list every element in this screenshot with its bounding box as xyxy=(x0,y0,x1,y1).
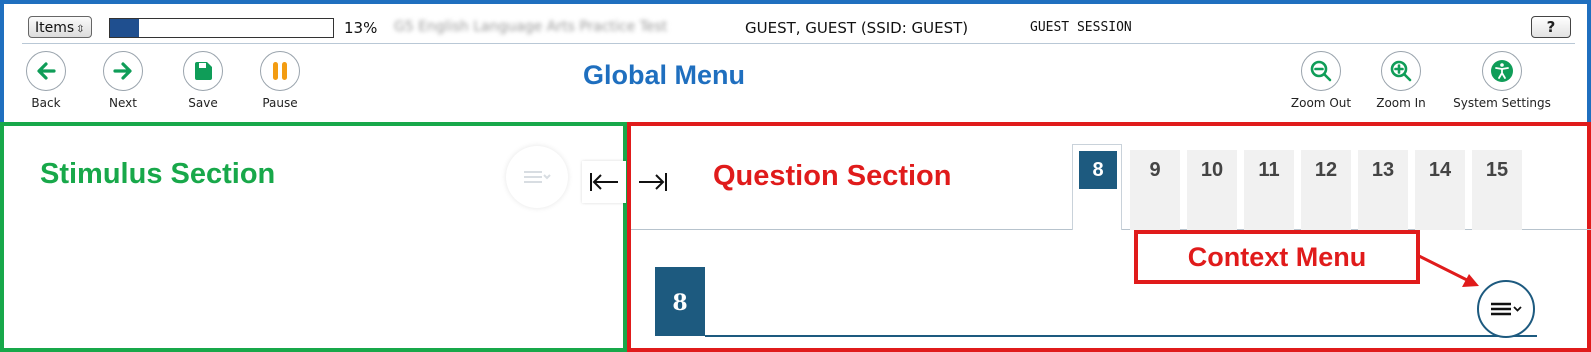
tab-number: 10 xyxy=(1200,159,1224,181)
question-section: Question Section 8 9 10 11 12 13 14 15 C… xyxy=(627,122,1591,352)
question-number-badge: 8 xyxy=(655,267,705,336)
hamburger-chevron-icon xyxy=(1491,302,1522,316)
items-label: Items xyxy=(35,20,75,36)
session-id: GUEST SESSION xyxy=(1030,20,1132,35)
tab-question-11[interactable]: 11 xyxy=(1244,150,1294,230)
zoom-out-label: Zoom Out xyxy=(1290,96,1352,110)
system-settings-label: System Settings xyxy=(1453,96,1551,110)
updown-icon: ⇳ xyxy=(76,24,85,35)
user-info: GUEST, GUEST (SSID: GUEST) xyxy=(745,19,969,37)
save-button[interactable]: Save xyxy=(179,51,227,110)
tab-number: 15 xyxy=(1485,159,1509,181)
arrow-right-bar-icon xyxy=(639,173,667,191)
pause-icon xyxy=(260,51,300,91)
save-icon xyxy=(183,51,223,91)
save-label: Save xyxy=(188,96,218,110)
zoom-in-label: Zoom In xyxy=(1376,96,1426,110)
tab-number: 13 xyxy=(1371,159,1395,181)
test-name: G5 English Language Arts Practice Test xyxy=(394,19,668,35)
tab-question-9[interactable]: 9 xyxy=(1130,150,1180,230)
collapse-stimulus-button[interactable] xyxy=(582,161,626,203)
pause-button[interactable]: Pause xyxy=(256,51,304,110)
tab-question-15[interactable]: 15 xyxy=(1472,150,1522,230)
tab-question-12[interactable]: 12 xyxy=(1301,150,1351,230)
tab-number: 11 xyxy=(1258,159,1280,181)
system-settings-button[interactable]: System Settings xyxy=(1444,51,1560,110)
stimulus-section-annotation: Stimulus Section xyxy=(40,158,276,190)
progress-bar xyxy=(109,18,334,38)
hamburger-chevron-icon xyxy=(524,171,551,183)
global-menu-annotation: Global Menu xyxy=(583,60,745,90)
accessibility-icon xyxy=(1482,51,1522,91)
pause-label: Pause xyxy=(262,96,298,110)
progress-fill xyxy=(110,19,139,37)
tab-number: 9 xyxy=(1149,159,1161,181)
tab-question-10[interactable]: 10 xyxy=(1187,150,1237,230)
global-menu-region: Items ⇳ 13% G5 English Language Arts Prac… xyxy=(0,0,1591,130)
stimulus-context-menu-button[interactable] xyxy=(506,146,568,208)
next-icon xyxy=(103,51,143,91)
zoom-in-icon xyxy=(1381,51,1421,91)
items-dropdown[interactable]: Items ⇳ xyxy=(28,16,92,38)
context-menu-button[interactable] xyxy=(1477,280,1535,338)
back-button[interactable]: Back xyxy=(22,51,70,110)
tab-number: 8 xyxy=(1079,151,1117,189)
tab-number: 14 xyxy=(1428,159,1452,181)
progress-percent: 13% xyxy=(344,19,378,37)
context-menu-annotation: Context Menu xyxy=(1134,230,1420,284)
tab-question-13[interactable]: 13 xyxy=(1358,150,1408,230)
zoom-in-button[interactable]: Zoom In xyxy=(1366,51,1436,110)
expand-question-button[interactable] xyxy=(633,161,673,203)
arrow-left-bar-icon xyxy=(590,173,618,191)
next-label: Next xyxy=(109,96,137,110)
status-bar: Items ⇳ 13% G5 English Language Arts Prac… xyxy=(22,15,1575,44)
tab-number: 12 xyxy=(1314,159,1338,181)
zoom-out-icon xyxy=(1301,51,1341,91)
stimulus-section: Stimulus Section xyxy=(0,122,627,352)
help-button[interactable]: ? xyxy=(1531,16,1571,38)
back-icon xyxy=(26,51,66,91)
tab-question-8[interactable]: 8 xyxy=(1072,144,1122,230)
zoom-out-button[interactable]: Zoom Out xyxy=(1286,51,1356,110)
question-section-annotation: Question Section xyxy=(713,160,952,192)
next-button[interactable]: Next xyxy=(99,51,147,110)
question-header-rule xyxy=(705,335,1537,337)
back-label: Back xyxy=(31,96,61,110)
tab-question-14[interactable]: 14 xyxy=(1415,150,1465,230)
